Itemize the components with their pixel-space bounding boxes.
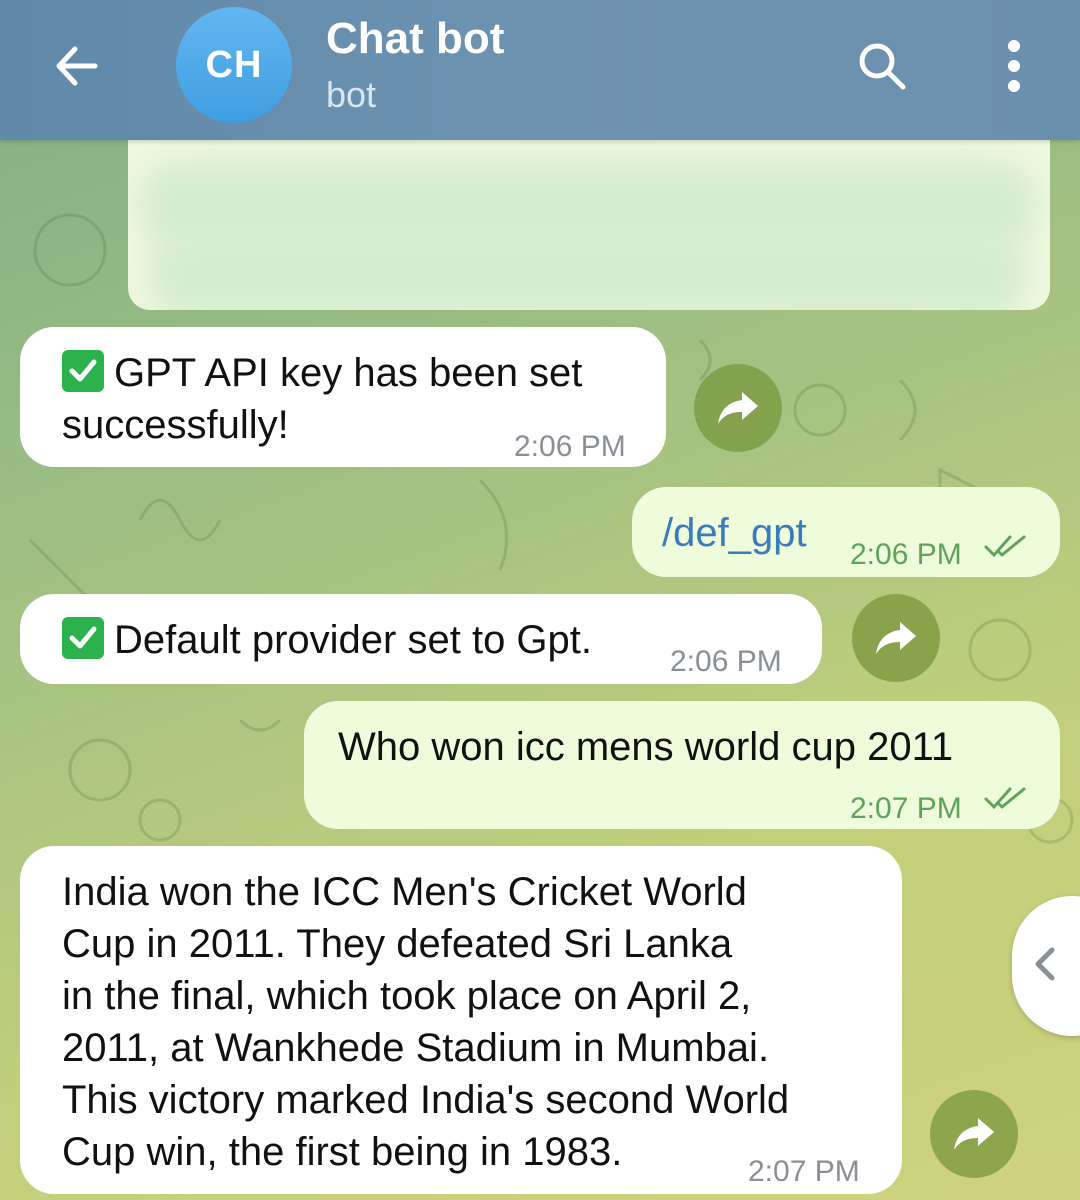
- message-text-line: This victory marked India's second World: [62, 1078, 790, 1122]
- message-time: 2:06 PM: [850, 538, 962, 571]
- side-panel-toggle[interactable]: [1012, 896, 1080, 1036]
- search-button[interactable]: [850, 34, 914, 98]
- more-menu-button[interactable]: [984, 34, 1044, 98]
- avatar[interactable]: CH: [176, 7, 292, 123]
- redaction-blur: [148, 230, 1028, 310]
- check-mark-icon: [62, 350, 104, 392]
- message-text-line: in the final, which took place on April …: [62, 974, 752, 1018]
- more-vertical-icon: [1008, 40, 1020, 92]
- back-button[interactable]: [44, 34, 108, 98]
- message-text: Who won icc mens world cup 2011: [338, 725, 954, 769]
- search-icon: [859, 43, 906, 90]
- back-arrow-icon: [56, 46, 98, 86]
- message-bubble-incoming[interactable]: Default provider set to Gpt. 2:06 PM: [20, 594, 822, 684]
- chat-subtitle: bot: [326, 74, 377, 115]
- forward-arrow-icon: [954, 1118, 994, 1150]
- check-mark-icon: [62, 617, 104, 659]
- forward-button[interactable]: [930, 1090, 1018, 1178]
- message-time: 2:06 PM: [514, 430, 626, 463]
- redacted-message[interactable]: [128, 140, 1050, 310]
- message-bubble-incoming[interactable]: GPT API key has been set successfully! 2…: [20, 327, 666, 467]
- message-time: 2:07 PM: [850, 792, 962, 825]
- message-bubble-outgoing[interactable]: Who won icc mens world cup 2011 2:07 PM: [304, 701, 1060, 829]
- message-time: 2:07 PM: [748, 1155, 860, 1188]
- read-ticks-icon: [984, 535, 1026, 558]
- forward-arrow-icon: [876, 622, 916, 654]
- forward-button[interactable]: [852, 594, 940, 682]
- message-text-line: India won the ICC Men's Cricket World: [62, 870, 747, 914]
- chevron-left-icon: [1035, 947, 1055, 981]
- forward-arrow-icon: [718, 392, 758, 424]
- chat-title[interactable]: Chat bot: [326, 14, 504, 64]
- message-bubble-outgoing[interactable]: /def_gpt 2:06 PM: [632, 487, 1060, 577]
- read-ticks-icon: [984, 787, 1026, 810]
- message-text: GPT API key has been set: [62, 347, 666, 399]
- forward-button[interactable]: [694, 364, 782, 452]
- message-time: 2:06 PM: [670, 645, 782, 678]
- chat-header: CH Chat bot bot: [0, 0, 1080, 140]
- message-text-line: 2011, at Wankhede Stadium in Mumbai.: [62, 1026, 770, 1070]
- message-text-line: GPT API key has been set: [114, 351, 583, 395]
- message-text-line: Default provider set to Gpt.: [114, 618, 593, 662]
- message-text-line: Cup in 2011. They defeated Sri Lanka: [62, 922, 733, 966]
- message-bubble-incoming[interactable]: India won the ICC Men's Cricket World Cu…: [20, 846, 902, 1194]
